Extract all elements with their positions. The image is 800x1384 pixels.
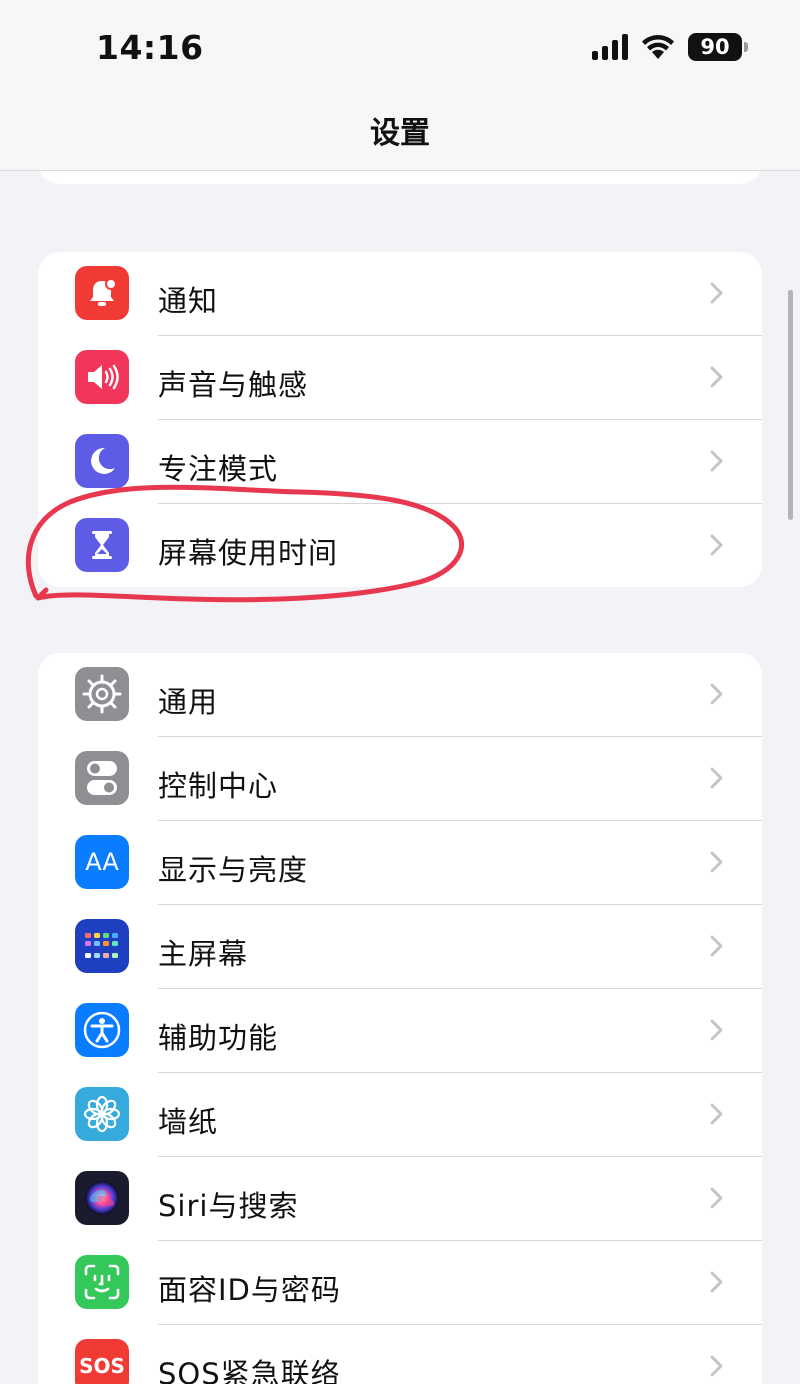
icon-text: SOS <box>79 1354 125 1378</box>
chevron-right-icon <box>710 851 723 873</box>
chevron-right-icon <box>710 534 723 556</box>
hourglass-icon <box>75 518 129 572</box>
row-label: 面容ID与密码 <box>158 1273 341 1307</box>
accessibility-icon <box>75 1003 129 1057</box>
page-title: 设置 <box>370 116 430 151</box>
row-label: 通用 <box>158 685 219 719</box>
settings-row-focus[interactable]: 专注模式 <box>38 420 762 504</box>
settings-row-wallpaper[interactable]: 墙纸 <box>38 1073 762 1157</box>
cellular-signal-icon <box>592 34 628 60</box>
gear-icon <box>75 667 129 721</box>
flower-icon <box>75 1087 129 1141</box>
toggles-icon <box>75 751 129 805</box>
chevron-right-icon <box>710 1103 723 1125</box>
settings-row-notifications[interactable]: 通知 <box>38 252 762 336</box>
status-icons: 90 <box>592 30 748 64</box>
face-id-icon <box>75 1255 129 1309</box>
row-label: 屏幕使用时间 <box>158 536 339 570</box>
chevron-right-icon <box>710 1271 723 1293</box>
sos-icon: SOS <box>75 1339 129 1384</box>
chevron-right-icon <box>710 767 723 789</box>
settings-row-home-screen[interactable]: 主屏幕 <box>38 905 762 989</box>
icon-text: AA <box>85 848 119 876</box>
settings-row-sounds-haptics[interactable]: 声音与触感 <box>38 336 762 420</box>
settings-row-siri-search[interactable]: Siri与搜索 <box>38 1157 762 1241</box>
settings-screen: 14:16 90 设置 通知 声音与触感 专注模式 屏幕使用时间 通用 控制中心… <box>0 0 800 1384</box>
chevron-right-icon <box>710 282 723 304</box>
battery-level: 90 <box>700 35 730 59</box>
settings-row-face-id-passcode[interactable]: 面容ID与密码 <box>38 1241 762 1325</box>
settings-row-general[interactable]: 通用 <box>38 653 762 737</box>
home-screen-grid-icon <box>75 919 129 973</box>
row-label: 声音与触感 <box>158 368 309 402</box>
siri-icon <box>75 1171 129 1225</box>
chevron-right-icon <box>710 683 723 705</box>
battery-icon: 90 <box>688 33 748 61</box>
row-label: 主屏幕 <box>158 937 249 971</box>
wifi-icon <box>642 35 674 59</box>
chevron-right-icon <box>710 1355 723 1377</box>
row-label: 专注模式 <box>158 452 279 486</box>
row-label: Siri与搜索 <box>158 1189 299 1223</box>
settings-row-emergency-sos[interactable]: SOS SOS紧急联络 <box>38 1325 762 1384</box>
chevron-right-icon <box>710 935 723 957</box>
chevron-right-icon <box>710 1187 723 1209</box>
row-label: 墙纸 <box>158 1105 219 1139</box>
row-label: 控制中心 <box>158 769 279 803</box>
settings-row-screen-time[interactable]: 屏幕使用时间 <box>38 504 762 587</box>
row-label: 显示与亮度 <box>158 853 309 887</box>
chevron-right-icon <box>710 366 723 388</box>
chevron-right-icon <box>710 1019 723 1041</box>
row-label: 辅助功能 <box>158 1021 279 1055</box>
notification-bell-icon <box>75 266 129 320</box>
settings-group-2: 通用 控制中心 AA 显示与亮度 主屏幕 辅助功能 墙纸 Siri与搜索 面容I… <box>38 653 762 1384</box>
speaker-icon <box>75 350 129 404</box>
settings-row-accessibility[interactable]: 辅助功能 <box>38 989 762 1073</box>
row-label: SOS紧急联络 <box>158 1357 341 1384</box>
moon-icon <box>75 434 129 488</box>
status-time: 14:16 <box>96 28 204 67</box>
row-label: 通知 <box>158 284 219 318</box>
text-size-icon: AA <box>75 835 129 889</box>
navigation-header: 14:16 90 设置 <box>0 0 800 171</box>
scroll-indicator <box>788 290 793 520</box>
settings-row-control-center[interactable]: 控制中心 <box>38 737 762 821</box>
chevron-right-icon <box>710 450 723 472</box>
settings-group-1: 通知 声音与触感 专注模式 屏幕使用时间 <box>38 252 762 587</box>
settings-row-display-brightness[interactable]: AA 显示与亮度 <box>38 821 762 905</box>
